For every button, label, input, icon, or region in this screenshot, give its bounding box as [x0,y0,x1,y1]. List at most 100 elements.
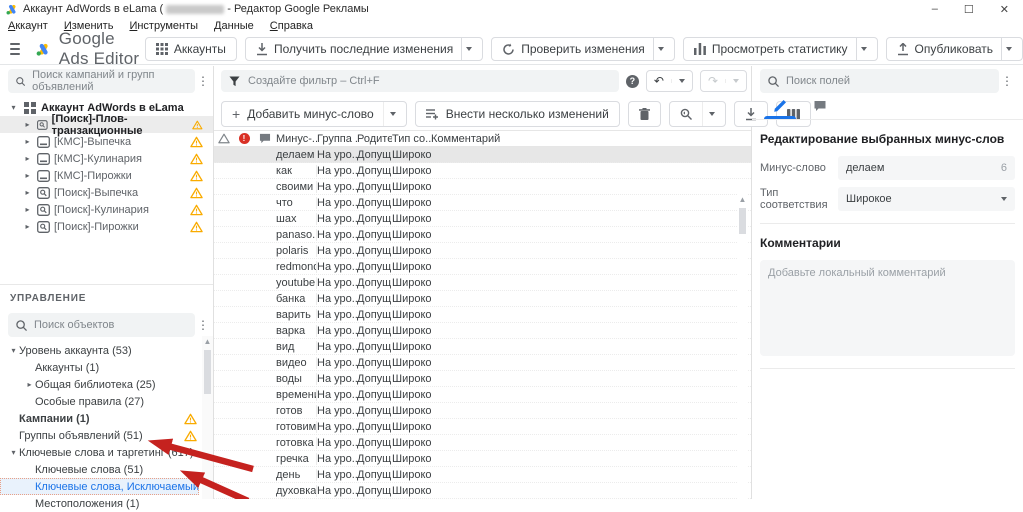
management-item[interactable]: Ключевые слова и таргетинг (617) [0,444,199,461]
table-row[interactable]: вид На уро... Допущ... Широкое [214,339,751,355]
scroll-up-icon[interactable]: ▲ [202,336,213,348]
scroll-up-icon[interactable]: ▲ [737,194,748,206]
check-changes-button[interactable]: Проверить изменения [491,37,675,61]
table-row[interactable]: варка На уро... Допущ... Широкое [214,323,751,339]
campaign-item[interactable]: [Поиск]-Плов-транзакционные [0,116,213,133]
redo-button[interactable]: ↷ [700,70,747,92]
kebab-menu-icon[interactable]: ⋮ [195,74,211,88]
add-negative-keyword-button[interactable]: + Добавить минус-слово [221,101,407,127]
column-header-match-type[interactable]: Тип со... [392,133,431,145]
campaign-item[interactable]: [КМС]-Пирожки [0,167,213,184]
campaign-item[interactable]: [Поиск]-Кулинария [0,201,213,218]
management-item[interactable]: Ключевые слова, Исключаемый критерий [0,478,199,495]
expand-arrow-icon[interactable] [22,188,33,197]
table-row[interactable]: redmond На уро... Допущ... Широкое [214,259,751,275]
replace-text-button[interactable] [669,101,726,127]
campaign-item[interactable]: [Поиск]-Пирожки [0,218,213,235]
table-row[interactable]: времени На уро... Допущ... Широкое [214,387,751,403]
table-row[interactable]: варить На уро... Допущ... Широкое [214,307,751,323]
undo-button[interactable]: ↶ [646,70,693,92]
column-header-group[interactable]: Группа ... [317,133,357,145]
management-item[interactable]: Аккаунты (1) [0,359,199,376]
hamburger-menu-icon[interactable] [10,43,20,55]
view-statistics-button[interactable]: Просмотреть статистику [683,37,878,61]
management-item[interactable]: Ключевые слова (51) [0,461,199,478]
table-row[interactable]: polaris На уро... Допущ... Широкое [214,243,751,259]
campaign-item[interactable]: [КМС]-Кулинария [0,150,213,167]
left-tree-scrollbar[interactable]: ▲ [202,336,213,499]
warning-column-icon[interactable] [218,133,230,144]
post-button[interactable]: Опубликовать [886,37,1023,61]
comment-column-icon[interactable] [259,133,271,144]
table-row[interactable]: что На уро... Допущ... Широкое [214,195,751,211]
management-item[interactable]: Уровень аккаунта (53) [0,342,199,359]
kebab-menu-icon[interactable]: ⋮ [999,74,1015,88]
management-item[interactable]: Особые правила (27) [0,393,199,410]
accounts-button[interactable]: Аккаунты [145,37,237,61]
expand-arrow-icon[interactable] [22,154,33,163]
tab-edit[interactable] [760,92,800,119]
column-header-parent[interactable]: Родите... [357,133,392,145]
scrollbar-thumb[interactable] [204,350,211,394]
match-type-select[interactable]: Широкое [838,187,1015,211]
chevron-down-icon[interactable] [390,112,396,116]
management-item[interactable]: Кампании (1) [0,410,199,427]
column-header-keyword[interactable]: Минус-... [276,133,317,145]
undo-icon[interactable]: ↶ [647,74,671,88]
chevron-down-icon[interactable] [709,112,715,116]
table-row[interactable]: youtube На уро... Допущ... Широкое [214,275,751,291]
table-row[interactable]: делаем На уро... Допущ... Широкое [214,147,751,163]
table-row[interactable]: panaso... На уро... Допущ... Широкое [214,227,751,243]
table-row[interactable]: видео На уро... Допущ... Широкое [214,355,751,371]
table-row[interactable]: гречка На уро... Допущ... Широкое [214,451,751,467]
expand-arrow-icon[interactable] [8,448,19,457]
expand-arrow-icon[interactable] [22,222,33,231]
expand-arrow-icon[interactable] [22,120,33,129]
menu-item[interactable]: Справка [262,20,321,32]
table-row[interactable]: готовим На уро... Допущ... Широкое [214,419,751,435]
fields-search-input[interactable]: Поиск полей [760,69,999,93]
objects-search-input[interactable]: Поиск объектов [8,313,195,337]
minimize-button[interactable]: – [932,3,938,16]
menu-item[interactable]: Данные [206,20,262,32]
table-row[interactable]: готовка На уро... Допущ... Широкое [214,435,751,451]
table-row[interactable]: банка На уро... Допущ... Широкое [214,291,751,307]
chevron-down-icon[interactable] [861,47,867,51]
column-header-comment[interactable]: Комментарий [431,133,751,145]
tab-comments[interactable] [800,92,840,119]
expand-arrow-icon[interactable] [22,171,33,180]
table-scrollbar[interactable]: ▲ [737,194,748,499]
scrollbar-thumb[interactable] [739,208,746,234]
expand-arrow-icon[interactable] [22,137,33,146]
comment-textarea[interactable]: Добавьте локальный комментарий [760,260,1015,356]
expand-arrow-icon[interactable]: ▾ [8,103,19,112]
management-item[interactable]: Местоположения (1) [0,495,199,512]
chevron-down-icon[interactable] [658,47,664,51]
kebab-menu-icon[interactable]: ⋮ [195,318,211,332]
negative-keyword-input[interactable]: делаем 6 [838,156,1015,180]
table-row[interactable]: как На уро... Допущ... Широкое [214,163,751,179]
chevron-down-icon[interactable] [466,47,472,51]
table-row[interactable]: духовка На уро... Допущ... Широкое [214,483,751,499]
table-row[interactable]: готов На уро... Допущ... Широкое [214,403,751,419]
help-icon[interactable]: ? [626,75,639,88]
campaign-search-input[interactable]: Поиск кампаний и групп объявлений [8,69,195,93]
expand-arrow-icon[interactable] [8,346,19,355]
get-recent-changes-button[interactable]: Получить последние изменения [245,37,483,61]
expand-arrow-icon[interactable] [24,380,35,389]
delete-button[interactable] [628,101,661,127]
close-button[interactable]: ✕ [1000,3,1009,16]
make-multiple-changes-button[interactable]: Внести несколько изменений [415,101,620,127]
campaign-item[interactable]: [Поиск]-Выпечка [0,184,213,201]
management-item[interactable]: Группы объявлений (51) [0,427,199,444]
error-column-icon[interactable]: ! [239,133,250,144]
maximize-button[interactable]: ☐ [964,3,974,16]
table-row[interactable]: своими На уро... Допущ... Широкое [214,179,751,195]
expand-arrow-icon[interactable] [22,205,33,214]
filter-input[interactable]: Создайте фильтр – Ctrl+F [221,70,619,92]
table-row[interactable]: воды На уро... Допущ... Широкое [214,371,751,387]
chevron-down-icon[interactable] [1006,47,1012,51]
table-row[interactable]: день На уро... Допущ... Широкое [214,467,751,483]
management-item[interactable]: Общая библиотека (25) [0,376,199,393]
table-row[interactable]: шах На уро... Допущ... Широкое [214,211,751,227]
